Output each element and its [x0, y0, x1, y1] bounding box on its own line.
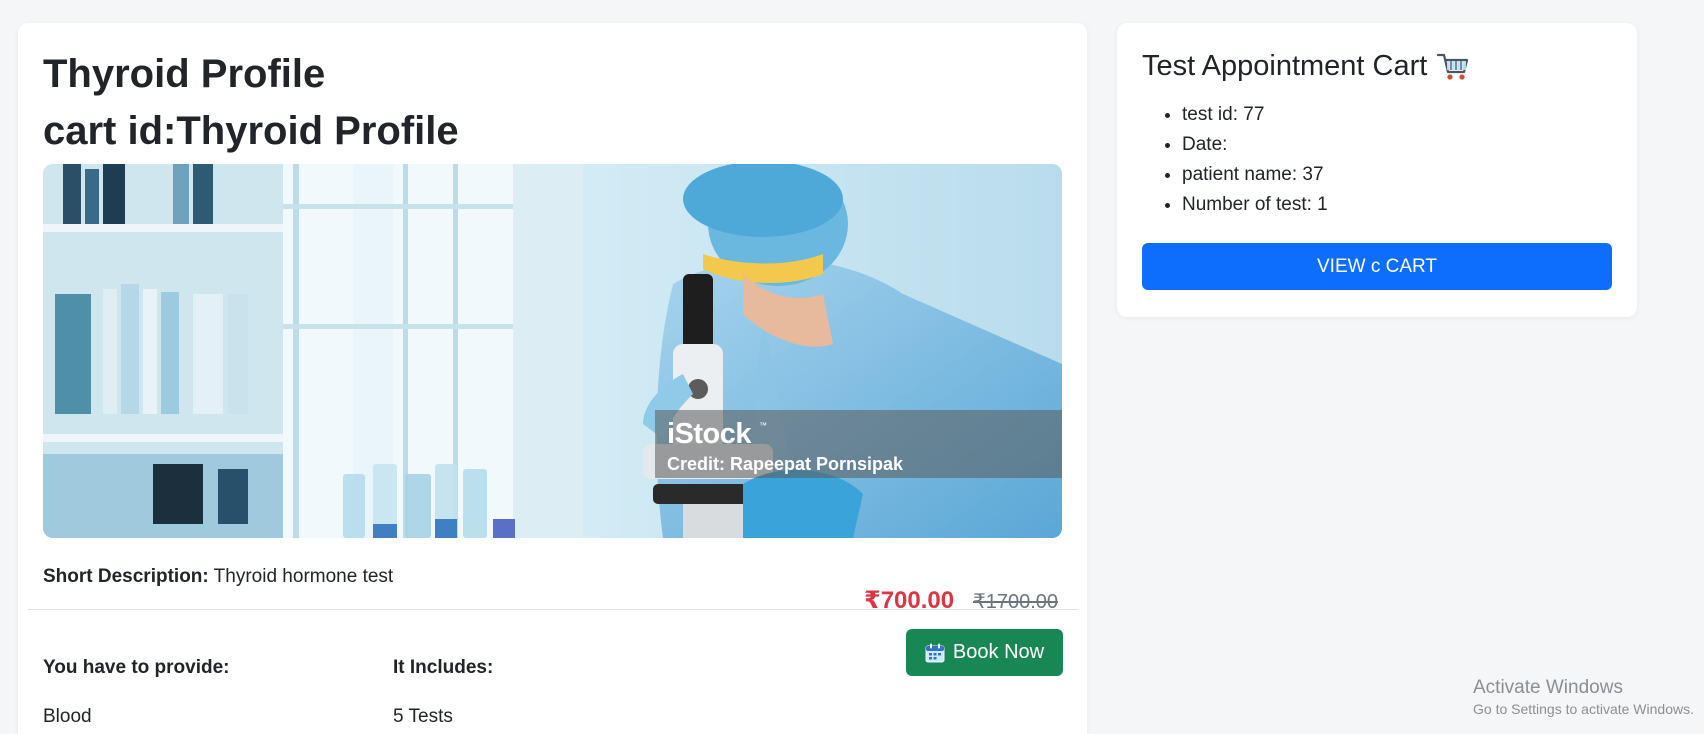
product-title: Thyroid Profile: [43, 52, 326, 96]
activate-windows-subtitle: Go to Settings to activate Windows.: [1473, 701, 1694, 717]
cart-patient-name: patient name: 37: [1182, 160, 1328, 190]
cart-details-list: test id: 77 Date: patient name: 37 Numbe…: [1182, 100, 1328, 220]
price-original: ₹1700.00: [973, 591, 1059, 613]
cart-date: Date:: [1182, 130, 1328, 160]
price-current: ₹700.00: [864, 587, 955, 614]
trademark-mark: ™: [759, 421, 767, 430]
lab-scientist-illustration: [43, 164, 1062, 538]
istock-watermark: iStock ™ Credit: Rapeepat Pornsipak: [655, 410, 1062, 478]
short-description-label: Short Description:: [43, 566, 209, 587]
provide-heading: You have to provide:: [43, 657, 230, 678]
image-credit: Credit: Rapeepat Pornsipak: [667, 454, 904, 474]
calendar-icon: [925, 643, 945, 662]
includes-value: 5 Tests: [393, 706, 453, 727]
cart-test-id: test id: 77: [1182, 100, 1328, 130]
includes-heading: It Includes:: [393, 657, 494, 678]
cart-title: Test Appointment Cart: [1142, 50, 1469, 83]
book-now-button[interactable]: Book Now: [906, 629, 1063, 676]
view-cart-button[interactable]: VIEW c CART: [1142, 243, 1612, 290]
shopping-cart-icon: [1437, 53, 1469, 80]
lab-image: iStock ™ Credit: Rapeepat Pornsipak: [43, 164, 1062, 538]
product-card: Thyroid Profile cart id:Thyroid Profile: [18, 23, 1087, 734]
cart-id-heading: cart id:Thyroid Profile: [43, 109, 459, 153]
istock-logo: iStock: [667, 418, 752, 450]
short-description-value: Thyroid hormone test: [213, 566, 394, 587]
cart-number-of-tests: Number of test: 1: [1182, 190, 1328, 220]
book-now-label: Book Now: [952, 641, 1045, 663]
appointment-cart-card: Test Appointment Cart test id: 77 Date: …: [1117, 23, 1637, 317]
short-description: Short Description: Thyroid hormone test: [43, 565, 393, 589]
activate-windows-watermark: Activate Windows Go to Settings to activ…: [1473, 676, 1694, 718]
divider: [28, 609, 1078, 610]
activate-windows-title: Activate Windows: [1473, 677, 1623, 698]
cart-title-text: Test Appointment Cart: [1142, 50, 1428, 82]
provide-value: Blood: [43, 706, 92, 727]
